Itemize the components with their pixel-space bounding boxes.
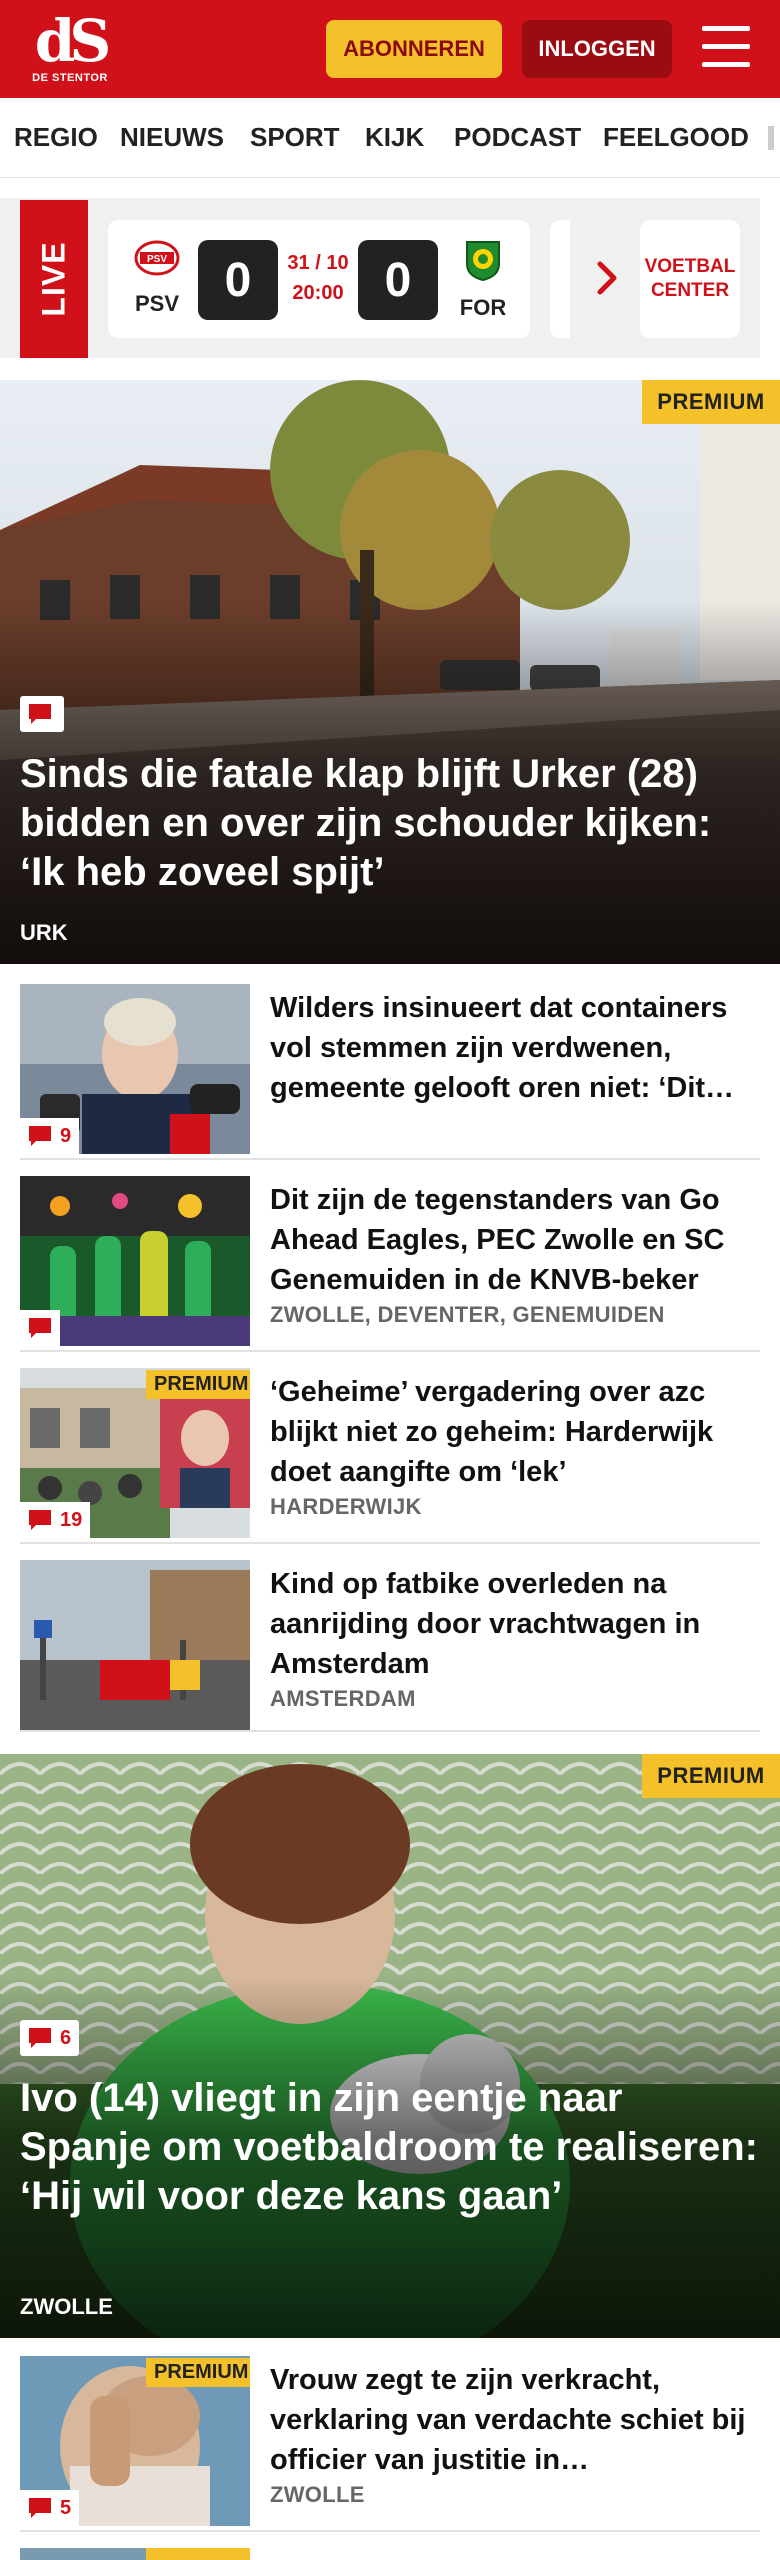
article-thumbnail: PREMIUM 19 [20, 1368, 250, 1538]
comment-count: 5 [60, 2496, 72, 2519]
article-title: Kind op fatbike overleden na aanrijding … [270, 1568, 701, 1680]
svg-text:PSV: PSV [147, 254, 167, 265]
nav-item-podcast[interactable]: PODCAST [454, 122, 581, 153]
psv-logo-icon: PSV [134, 240, 180, 276]
list-item[interactable]: PREMIUM 5 Vrouw zegt te zijn verkracht, … [20, 2356, 760, 2532]
match-date: 31 / 10 [287, 252, 349, 274]
comment-badge [20, 696, 64, 732]
logo-text: DE STENTOR [32, 72, 108, 84]
voetbal-center-link[interactable]: VOETBAL CENTER [640, 220, 740, 338]
home-team: PSV PSV [122, 238, 192, 317]
hero-title: Sinds die fatale klap blijft Urker (28) … [20, 752, 712, 894]
subscribe-button[interactable]: ABONNEREN [326, 20, 502, 78]
match-datetime: 31 / 10 20:00 [278, 248, 358, 308]
main-nav: REGIO NIEUWS SPORT KIJK PODCAST FEELGOOD [0, 98, 780, 178]
article-title: Wilders insinueert dat containers vol st… [270, 992, 735, 1104]
hero-article-urk[interactable]: PREMIUM Sinds die fatale klap blijft Urk… [0, 380, 780, 964]
article-title: Vrouw zegt te zijn verkracht, verklaring… [270, 2364, 746, 2476]
article-thumbnail [20, 1176, 250, 1346]
list-item[interactable]: Kind op fatbike overleden na aanrijding … [20, 1560, 760, 1732]
comment-count: 19 [60, 1508, 83, 1531]
comment-badge: 9 [20, 1118, 80, 1154]
comment-count: 9 [60, 1124, 72, 1147]
premium-badge: PREMIUM [642, 380, 780, 424]
premium-badge: PREMIUM [642, 1754, 780, 1798]
article-location: HARDERWIJK [270, 1494, 422, 1519]
speech-bubble-icon [29, 2498, 51, 2518]
nav-item-kijk[interactable]: KIJK [365, 122, 424, 153]
article-thumbnail [20, 1560, 250, 1730]
away-score: 0 [358, 240, 438, 320]
hero-title: Ivo (14) vliegt in zijn eentje naar Span… [20, 2076, 758, 2218]
article-thumbnail: PREMIUM 5 [20, 2356, 250, 2526]
comment-count: 6 [60, 2026, 72, 2049]
list-item[interactable]: 9 Wilders insinueert dat containers vol … [20, 984, 760, 1160]
chevron-right-icon[interactable] [594, 258, 620, 298]
hamburger-menu-icon[interactable] [700, 22, 754, 74]
hero-location: ZWOLLE [20, 2294, 113, 2319]
article-location: AMSTERDAM [270, 1686, 416, 1711]
away-team-abbr: FOR [459, 295, 507, 320]
article-thumbnail: 9 [20, 984, 250, 1154]
home-score: 0 [198, 240, 278, 320]
match-time: 20:00 [292, 282, 344, 304]
nav-item-regio[interactable]: REGIO [14, 122, 98, 153]
next-match-card[interactable] [550, 220, 570, 338]
comment-badge: 6 [20, 2020, 80, 2056]
comment-badge [20, 1310, 60, 1346]
nav-item-feelgood[interactable]: FEELGOOD [603, 122, 749, 153]
speech-bubble-icon [29, 704, 51, 724]
nav-overflow-hint [768, 126, 774, 150]
premium-badge: PREMIUM [146, 1370, 250, 1399]
list-item[interactable]: PREMIUM 19 ‘Geheime’ vergadering over az… [20, 1368, 760, 1544]
match-card[interactable]: PSV PSV 0 31 / 10 20:00 0 FOR [108, 220, 530, 338]
fortuna-logo-icon [466, 241, 500, 282]
article-title: ‘Geheime’ vergadering over azc blijkt ni… [270, 1376, 714, 1488]
comment-badge: 5 [20, 2490, 80, 2526]
speech-bubble-icon [29, 1126, 51, 1146]
article-location: ZWOLLE [270, 2482, 365, 2507]
nav-item-nieuws[interactable]: NIEUWS [120, 122, 224, 153]
nav-item-sport[interactable]: SPORT [250, 122, 340, 153]
speech-bubble-icon [29, 2028, 51, 2048]
login-button[interactable]: INLOGGEN [522, 20, 672, 78]
comment-badge: 19 [20, 1502, 91, 1538]
next-premium-badge-peek [146, 2548, 250, 2560]
article-title: Dit zijn de tegenstanders van Go Ahead E… [270, 1184, 725, 1296]
away-team: FOR [448, 238, 518, 321]
site-header: dS DE STENTOR ABONNEREN INLOGGEN [0, 0, 780, 98]
article-location: ZWOLLE, DEVENTER, GENEMUIDEN [270, 1302, 665, 1327]
home-team-abbr: PSV [134, 291, 180, 316]
premium-badge: PREMIUM [146, 2358, 250, 2387]
live-label: LIVE [20, 200, 88, 358]
list-item[interactable]: Dit zijn de tegenstanders van Go Ahead E… [20, 1176, 760, 1352]
speech-bubble-icon [29, 1510, 51, 1530]
hero-article-ivo[interactable]: PREMIUM 6 Ivo (14) vliegt in zijn eentje… [0, 1754, 780, 2338]
hero-location: URK [20, 920, 68, 945]
logo-mark: dS [34, 7, 111, 75]
site-logo[interactable]: dS DE STENTOR [30, 7, 111, 88]
speech-bubble-icon [29, 1318, 51, 1338]
